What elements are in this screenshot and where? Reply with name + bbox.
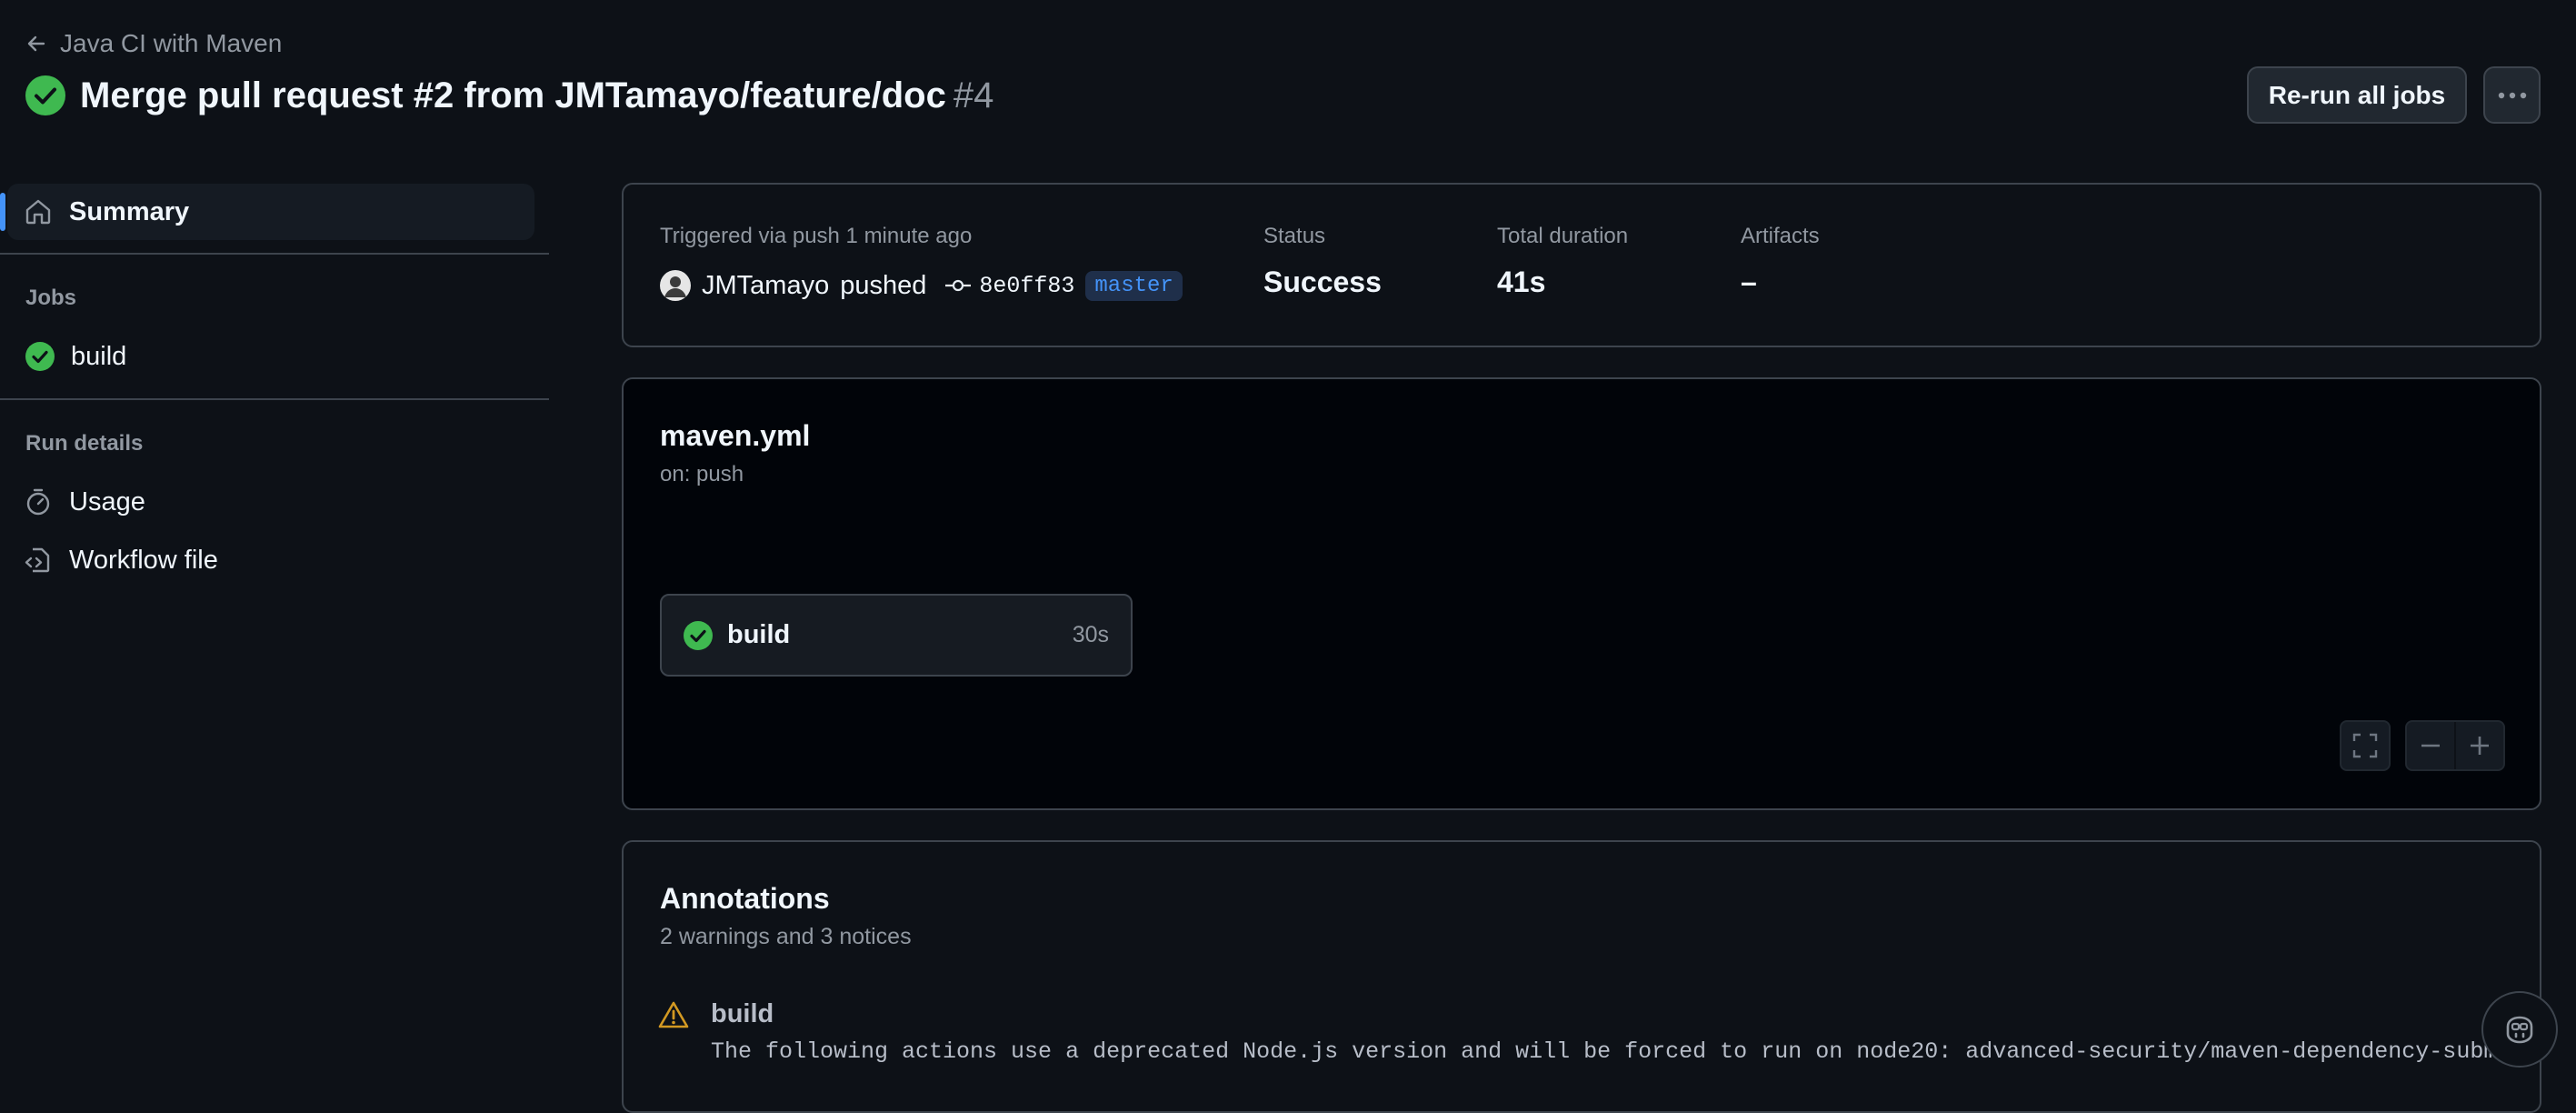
kebab-horizontal-icon — [2497, 91, 2528, 100]
alert-icon — [658, 1000, 689, 1029]
copilot-button[interactable] — [2481, 991, 2558, 1068]
job-node-duration: 30s — [1072, 622, 1109, 647]
avatar[interactable] — [660, 270, 691, 301]
status-label: Status — [1263, 224, 1326, 248]
back-link[interactable]: Java CI with Maven — [25, 25, 282, 62]
duration-value: 41s — [1497, 266, 1546, 298]
annotation-job[interactable]: build — [711, 999, 774, 1029]
push-action: pushed — [840, 270, 927, 300]
home-icon — [24, 197, 53, 226]
screen-full-icon — [2351, 732, 2379, 759]
fullscreen-button[interactable] — [2340, 720, 2391, 771]
stopwatch-icon — [24, 487, 53, 516]
sidebar-item-workflow-file[interactable]: Workflow file — [24, 540, 218, 580]
sidebar-item-workflow-file-label: Workflow file — [69, 545, 218, 575]
zoom-in-button[interactable] — [2456, 722, 2503, 769]
status-value: Success — [1263, 266, 1382, 298]
annotations-card — [622, 840, 2541, 1113]
sidebar-item-summary-label: Summary — [69, 196, 190, 226]
annotation-message: The following actions use a deprecated N… — [711, 1038, 2511, 1065]
sidebar-item-usage-label: Usage — [69, 486, 145, 516]
artifacts-value: – — [1741, 266, 1757, 298]
active-indicator — [0, 193, 5, 231]
branch-badge[interactable]: master — [1085, 270, 1183, 301]
workflow-trigger: on: push — [660, 462, 744, 486]
page-title: Merge pull request #2 from JMTamayo/feat… — [80, 75, 993, 116]
zoom-out-button[interactable] — [2407, 722, 2454, 769]
job-node-build[interactable]: build 30s — [660, 594, 1133, 677]
sidebar-item-summary[interactable]: Summary — [24, 192, 189, 232]
more-options-button[interactable] — [2483, 66, 2541, 124]
annotations-title: Annotations — [660, 882, 830, 915]
success-check-icon — [25, 75, 65, 115]
arrow-left-icon — [25, 33, 47, 55]
artifacts-label: Artifacts — [1741, 224, 1820, 248]
page-heading: Merge pull request #2 from JMTamayo/feat… — [25, 73, 993, 118]
jobs-heading: Jobs — [25, 286, 77, 310]
run-title: Merge pull request #2 from JMTamayo/feat… — [80, 75, 946, 115]
actor-name[interactable]: JMTamayo — [702, 271, 829, 301]
run-details-heading: Run details — [25, 431, 144, 456]
zoom-controls — [2405, 720, 2505, 771]
success-check-icon — [684, 620, 713, 650]
commit-sha: 8e0ff83 — [979, 272, 1075, 299]
success-check-icon — [25, 342, 55, 371]
sidebar-divider — [0, 398, 549, 400]
workflow-name: maven.yml — [660, 419, 811, 452]
rerun-all-jobs-button[interactable]: Re-run all jobs — [2247, 66, 2467, 124]
sidebar-item-usage[interactable]: Usage — [24, 482, 145, 522]
sidebar-item-build[interactable]: build — [25, 336, 126, 376]
run-number: #4 — [953, 75, 994, 115]
copilot-icon — [2502, 1014, 2537, 1045]
annotations-subtitle: 2 warnings and 3 notices — [660, 924, 912, 949]
job-node-name: build — [727, 620, 791, 649]
file-code-icon — [24, 546, 53, 575]
sidebar-divider — [0, 253, 549, 255]
triggered-text: Triggered via push 1 minute ago — [660, 224, 973, 248]
duration-label: Total duration — [1497, 224, 1629, 248]
sidebar-item-build-label: build — [71, 341, 127, 371]
commit-link[interactable]: 8e0ff83 — [944, 273, 1074, 299]
push-info: JMTamayo pushed 8e0ff83 master — [660, 266, 1183, 306]
git-commit-icon — [944, 276, 972, 295]
back-link-label: Java CI with Maven — [60, 29, 283, 57]
